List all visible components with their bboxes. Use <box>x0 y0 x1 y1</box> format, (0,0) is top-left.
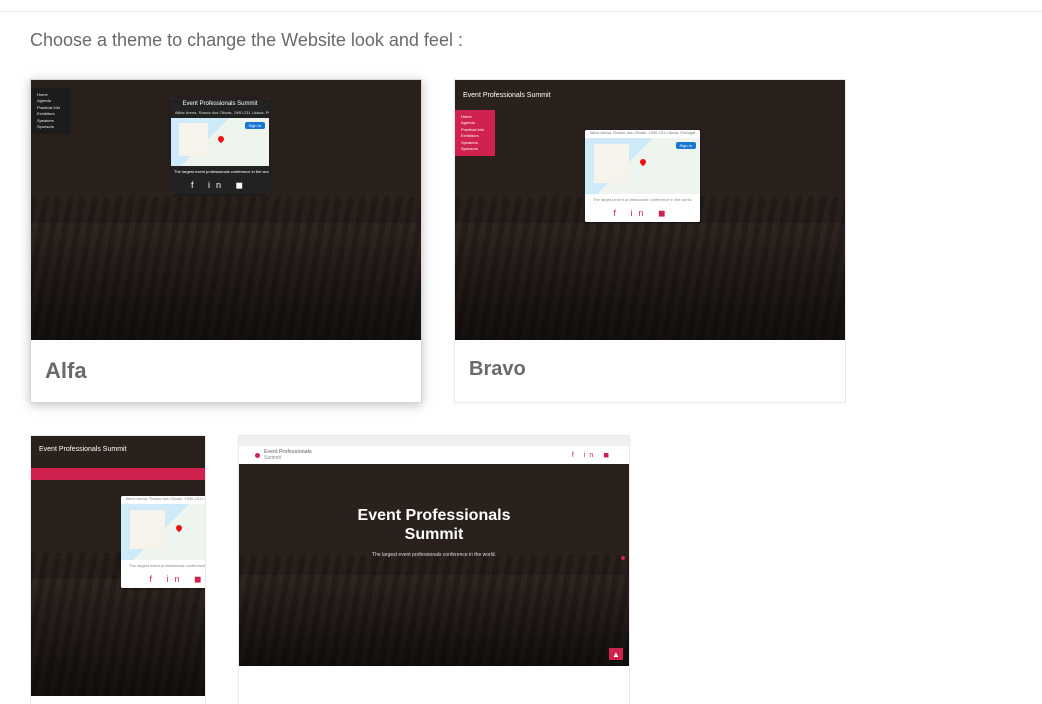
social-icons: f in ◼ <box>121 571 206 588</box>
theme-card-bravo[interactable]: Event Professionals Summit HomeAgendaPra… <box>454 79 846 403</box>
indicator-dot-icon <box>621 556 625 560</box>
scroll-top-button: ▲ <box>609 648 623 660</box>
map-pin-icon <box>639 158 647 166</box>
preview-info-panel: Event Professionals Summit Altice Arena,… <box>171 98 269 194</box>
preview-tagline: The largest event professionals conferen… <box>239 552 629 558</box>
preview-top-menu: HomeAgendaPractical Info <box>31 468 206 480</box>
preview-info-panel: Altice Arena, Rossio dos Olivais, 1990-2… <box>585 130 700 222</box>
map-pin-icon <box>175 524 183 532</box>
map-pin-icon <box>217 135 225 143</box>
preview-hero-title: Event ProfessionalsSummit <box>239 506 629 544</box>
sign-in-button: Sign In <box>245 122 265 129</box>
theme-chooser-page: Choose a theme to change the Website loo… <box>0 12 1042 704</box>
preview-title: Event Professionals Summit <box>463 92 551 99</box>
logo: Event ProfessionalsSummit <box>255 449 312 461</box>
theme-preview-alfa: HomeAgendaPractical Info ExhibitorsSpeak… <box>31 80 421 340</box>
preview-side-menu: HomeAgendaPractical Info ExhibitorsSpeak… <box>455 110 495 156</box>
preview-title: Event Professionals Summit <box>39 446 127 453</box>
theme-card-alfa[interactable]: HomeAgendaPractical Info ExhibitorsSpeak… <box>30 79 422 403</box>
theme-preview-bravo: Event Professionals Summit HomeAgendaPra… <box>455 80 845 340</box>
theme-label: Charlie <box>31 696 206 704</box>
sign-in-button: Sign In <box>676 142 696 149</box>
social-icons: f in ◼ <box>585 205 700 222</box>
top-divider <box>0 0 1042 12</box>
preview-top-bar: Event ProfessionalsSummit f in ◼ <box>239 446 629 464</box>
preview-info-panel: Altice Arena, Rossio dos Olivais, 1990-2… <box>121 496 206 588</box>
theme-label: Alfa <box>31 340 421 402</box>
page-title: Choose a theme to change the Website loo… <box>30 30 1012 51</box>
social-icons: f in ◼ <box>572 451 613 459</box>
theme-preview-charlie: Event Professionals Summit HomeAgendaPra… <box>31 436 206 696</box>
theme-card-delta[interactable]: Event ProfessionalsSummit f in ◼ Event P… <box>238 435 630 704</box>
themes-grid: HomeAgendaPractical Info ExhibitorsSpeak… <box>30 79 1012 704</box>
theme-preview-delta: Event ProfessionalsSummit f in ◼ Event P… <box>239 436 629 666</box>
preview-side-menu: HomeAgendaPractical Info ExhibitorsSpeak… <box>31 88 71 134</box>
theme-label: Bravo <box>455 340 845 399</box>
social-icons: f in ◼ <box>171 177 269 194</box>
theme-card-charlie[interactable]: Event Professionals Summit HomeAgendaPra… <box>30 435 206 704</box>
